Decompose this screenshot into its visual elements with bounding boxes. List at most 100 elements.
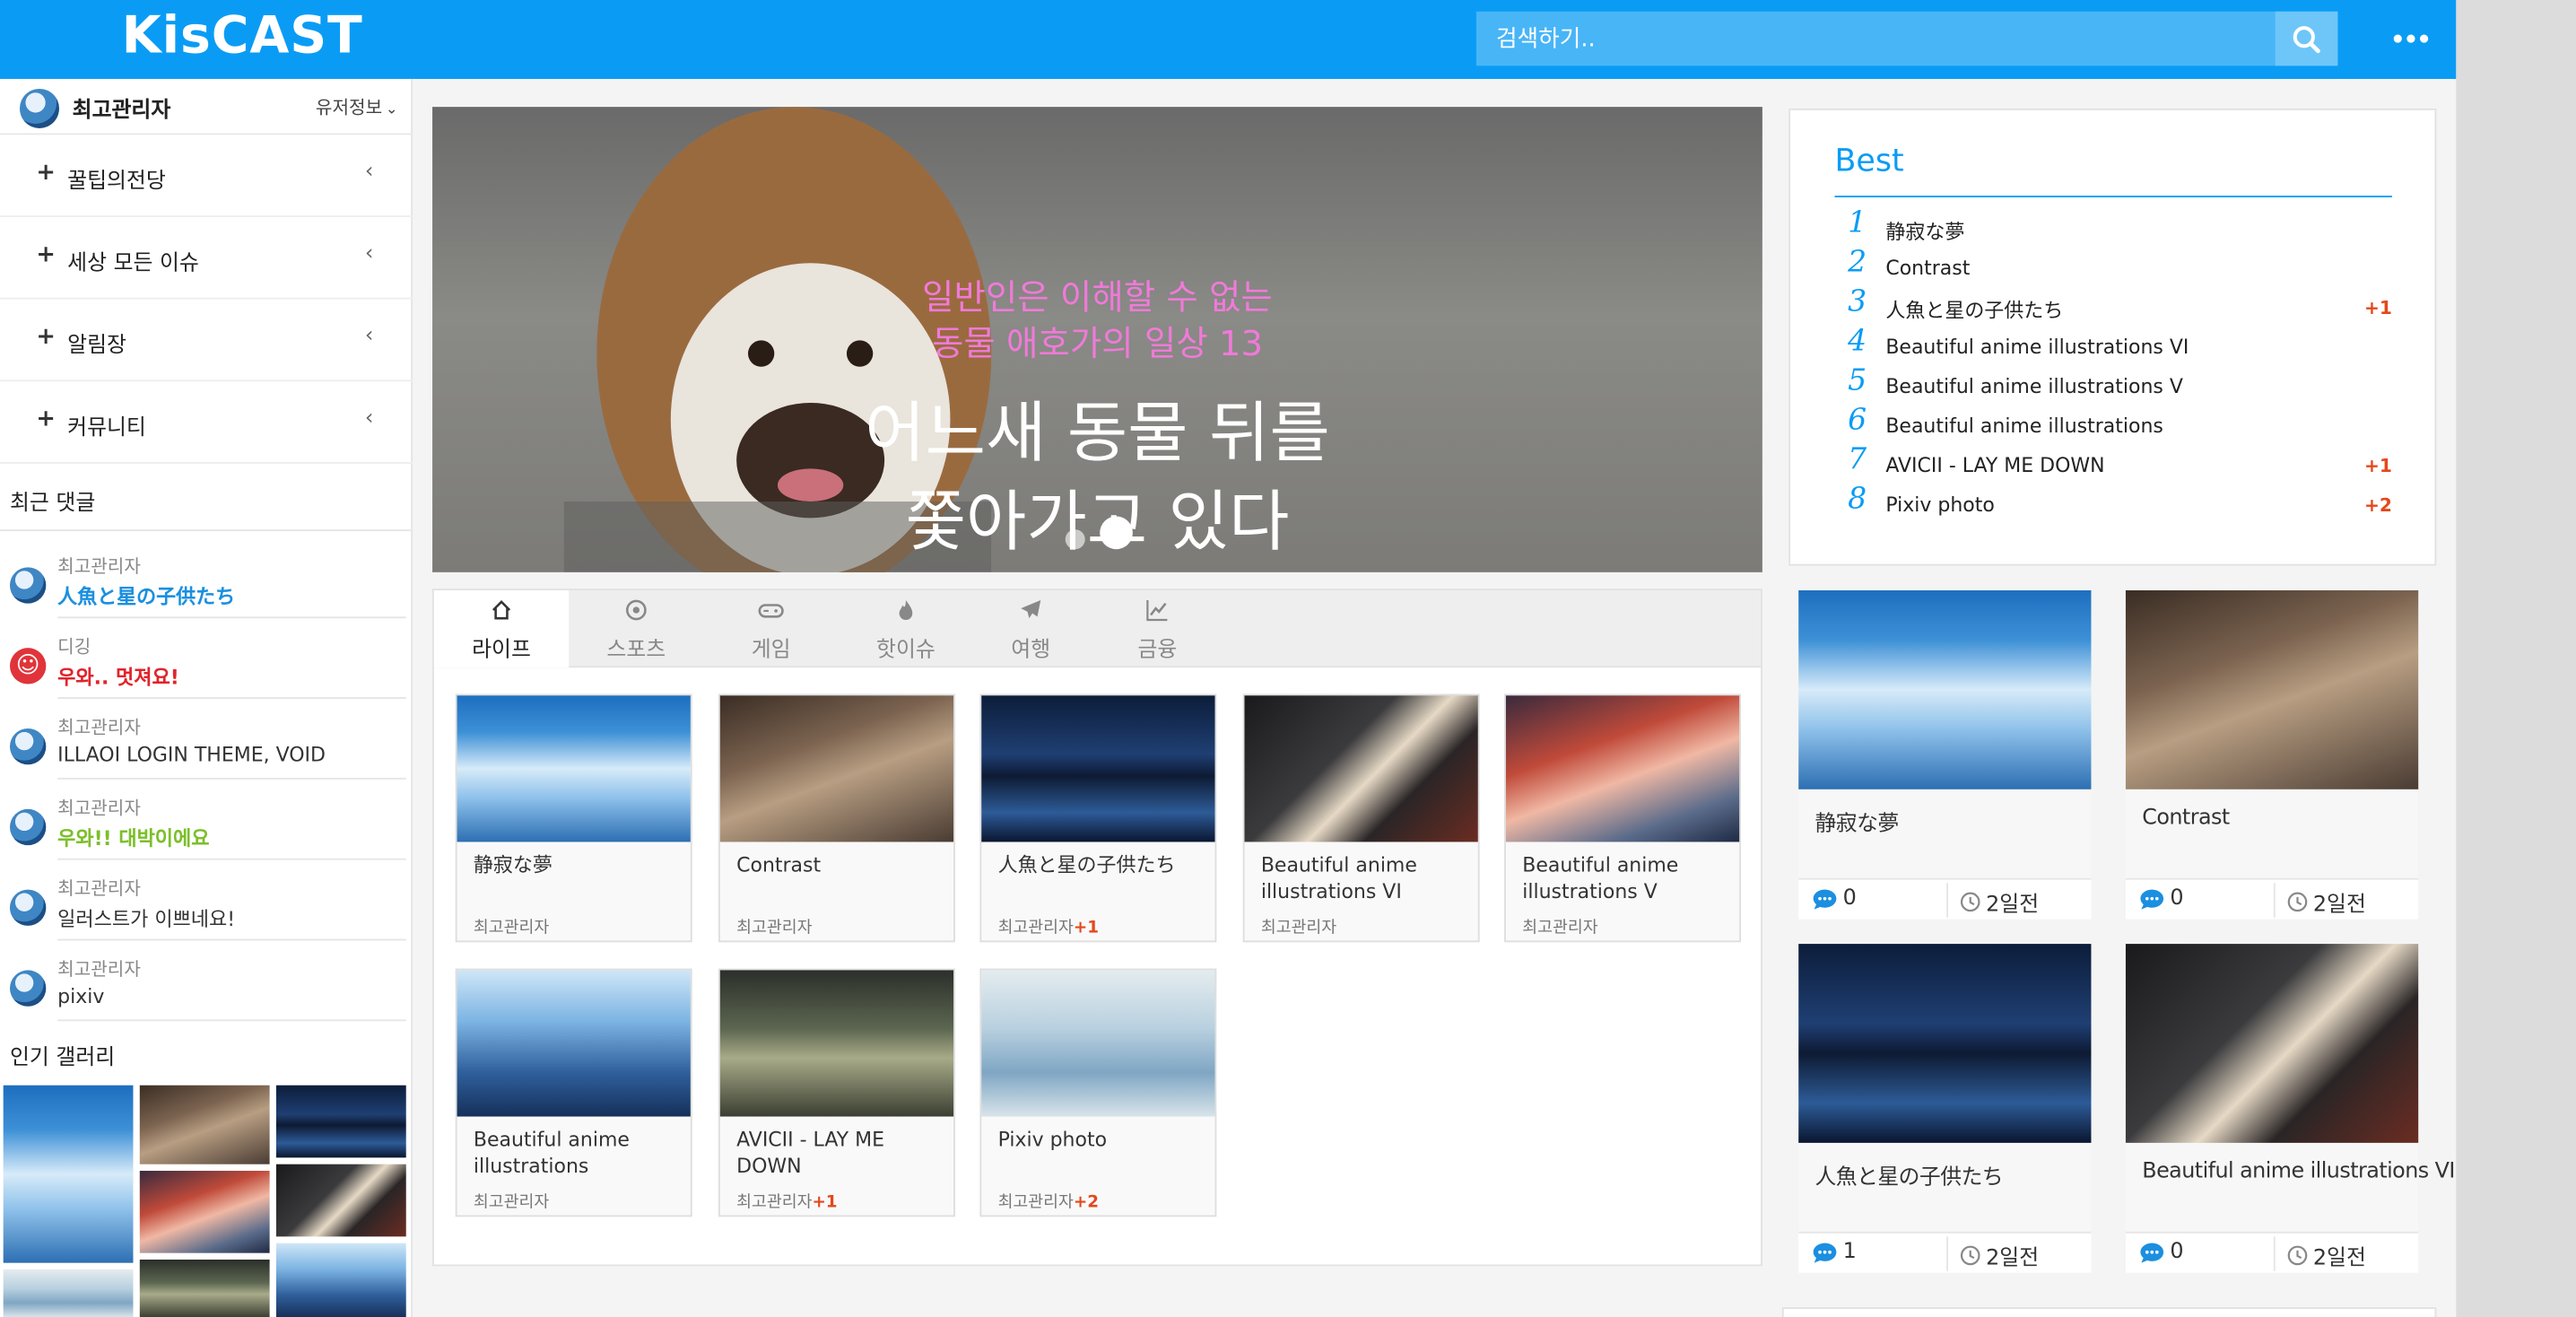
post-title[interactable]: AVICII - LAY ME DOWN [736,1127,947,1180]
user-info-dropdown[interactable]: 유저정보 ⌄ [316,93,398,119]
best-item-title[interactable]: Beautiful anime illustrations V [1885,375,2183,398]
search-input[interactable] [1475,11,2276,66]
post-title[interactable]: Beautiful anime illustrations [474,1127,684,1180]
post-card[interactable]: AVICII - LAY ME DOWN 최고관리자+1 [718,968,955,1217]
post-thumbnail[interactable] [1244,695,1478,842]
best-item[interactable]: 6 Beautiful anime illustrations [1835,403,2392,448]
tab-finance[interactable]: 금융 [1090,590,1224,667]
best-item[interactable]: 7 AVICII - LAY ME DOWN +1 [1835,442,2392,487]
post-card[interactable]: Contrast 최고관리자 [718,693,955,943]
post-title[interactable]: Pixiv photo [998,1127,1209,1153]
post-thumbnail[interactable] [457,970,691,1117]
tab-sports[interactable]: 스포츠 [569,590,703,667]
post-title[interactable]: 静寂な夢 [474,851,684,877]
best-item[interactable]: 4 Beautiful anime illustrations VI [1835,324,2392,369]
post-thumbnail[interactable] [457,695,691,842]
post-title[interactable]: 人魚と星の子供たち [998,851,1209,877]
tab-hot-issue[interactable]: 핫이슈 [839,590,973,667]
recent-comment-item[interactable]: 최고관리자 ILLAOI LOGIN THEME, VOID [0,707,413,788]
best-item-title[interactable]: Beautiful anime illustrations [1885,414,2163,438]
best-item-title[interactable]: Contrast [1885,257,1970,280]
sidebar-item-notice[interactable]: + 알림장 ‹ [0,300,413,382]
gallery-thumb[interactable] [139,1260,270,1317]
recent-comment-item[interactable]: ☺ 디깅 우와.. 멋져요! [0,626,413,707]
featured-card[interactable]: Contrast 0 2일전 [2125,590,2419,920]
post-thumbnail[interactable] [719,695,954,842]
featured-title[interactable]: Beautiful anime illustrations VI [2142,1159,2455,1183]
sidebar-item-tips[interactable]: + 꿀팁의전당 ‹ [0,135,413,217]
comment-bubble-icon [2140,1242,2164,1262]
comment-author: 최고관리자 [57,717,141,738]
featured-thumbnail[interactable] [2125,590,2419,789]
tab-travel[interactable]: 여행 [963,590,1098,667]
carousel-dot-active[interactable] [1100,516,1133,550]
comment-message[interactable]: 人魚と星の子供たち [57,582,235,610]
recent-comment-item[interactable]: 최고관리자 일러스트가 이쁘네요! [0,868,413,949]
featured-card[interactable]: 人魚と星の子供たち 1 2일전 [1798,944,2092,1273]
post-card[interactable]: Beautiful anime illustrations V 최고관리자 [1504,693,1742,943]
best-item[interactable]: 8 Pixiv photo +2 [1835,482,2392,527]
tab-life[interactable]: 라이프 [433,590,570,668]
more-menu-button[interactable] [2387,23,2432,53]
post-card[interactable]: 人魚と星の子供たち 최고관리자+1 [979,693,1217,943]
gallery-thumb[interactable] [275,1164,406,1237]
best-item-title[interactable]: Beautiful anime illustrations VI [1885,336,2189,359]
post-thumbnail[interactable] [981,970,1215,1117]
gallery-thumb[interactable] [139,1085,270,1164]
best-item-title[interactable]: 静寂な夢 [1885,217,1964,245]
post-card[interactable]: Beautiful anime illustrations 최고관리자 [455,968,692,1217]
recent-comment-item[interactable]: 최고관리자 人魚と星の子供たち [0,546,413,627]
post-thumbnail[interactable] [1505,695,1740,842]
post-title[interactable]: Contrast [736,851,947,877]
post-title[interactable]: Beautiful anime illustrations V [1522,851,1733,904]
gallery-thumb[interactable] [275,1243,406,1317]
sidebar-item-community[interactable]: + 커뮤니티 ‹ [0,381,413,464]
post-thumbnail[interactable] [981,695,1215,842]
featured-card[interactable]: 静寂な夢 0 2일전 [1798,590,2092,920]
comment-message[interactable]: 일러스트가 이쁘네요! [57,904,235,932]
post-thumbnail[interactable] [719,970,954,1117]
best-item[interactable]: 2 Contrast [1835,245,2392,290]
featured-title[interactable]: 人魚と星の子供たち [1815,1159,2088,1191]
recent-comment-item[interactable]: 최고관리자 pixiv [0,949,413,1030]
comment-message[interactable]: ILLAOI LOGIN THEME, VOID [57,743,326,766]
sidebar-item-issues[interactable]: + 세상 모든 이슈 ‹ [0,217,413,300]
best-item[interactable]: 3 人魚と星の子供たち +1 [1835,284,2392,329]
featured-title[interactable]: Contrast [2142,806,2415,830]
recent-comment-item[interactable]: 최고관리자 우와!! 대박이에요 [0,788,413,868]
featured-title[interactable]: 静寂な夢 [1815,806,2088,836]
featured-thumbnail[interactable] [2125,944,2419,1143]
gallery-thumb[interactable] [3,1269,134,1317]
gallery-thumb[interactable] [139,1171,270,1253]
airplane-icon [1021,600,1041,619]
post-time: 2일전 [2287,886,2366,918]
gallery-thumb[interactable] [275,1085,406,1158]
featured-thumbnail[interactable] [1798,590,2092,789]
best-item-title[interactable]: AVICII - LAY ME DOWN [1885,454,2104,477]
post-card[interactable]: Pixiv photo 최고관리자+2 [979,968,1217,1217]
comment-message[interactable]: pixiv [57,985,104,1008]
featured-card[interactable]: Beautiful anime illustrations VI 0 2일전 [2125,944,2455,1273]
avatar[interactable] [19,88,59,128]
best-item-title[interactable]: Pixiv photo [1885,493,1994,517]
best-rank: 1 [1848,205,1867,240]
post-card[interactable]: Beautiful anime illustrations VI 최고관리자 [1242,693,1480,943]
search-button[interactable] [2275,11,2338,66]
comment-message[interactable]: 우와!! 대박이에요 [57,824,209,851]
post-author: 최고관리자 [997,919,1074,938]
best-item[interactable]: 1 静寂な夢 [1835,205,2392,250]
best-rank: 3 [1848,284,1867,319]
gallery-thumb[interactable] [3,1085,134,1263]
post-card[interactable]: 静寂な夢 최고관리자 [455,693,692,943]
best-item-title[interactable]: 人魚と星の子供たち [1885,296,2063,324]
hero-banner[interactable]: 일반인은 이해할 수 없는 동물 애호가의 일상 13 어느새 동물 뒤를 쫓아… [432,107,1762,572]
user-name[interactable]: 최고관리자 [73,92,171,123]
comment-message[interactable]: 우와.. 멋져요! [57,663,179,691]
site-logo[interactable]: KisCAST [122,6,363,65]
banner-subtitle-line: 동물 애호가의 일상 13 [931,324,1263,364]
carousel-dot[interactable] [1065,529,1085,550]
featured-thumbnail[interactable] [1798,944,2092,1143]
tab-game[interactable]: 게임 [703,590,838,667]
best-item[interactable]: 5 Beautiful anime illustrations V [1835,363,2392,408]
post-title[interactable]: Beautiful anime illustrations VI [1261,851,1472,904]
